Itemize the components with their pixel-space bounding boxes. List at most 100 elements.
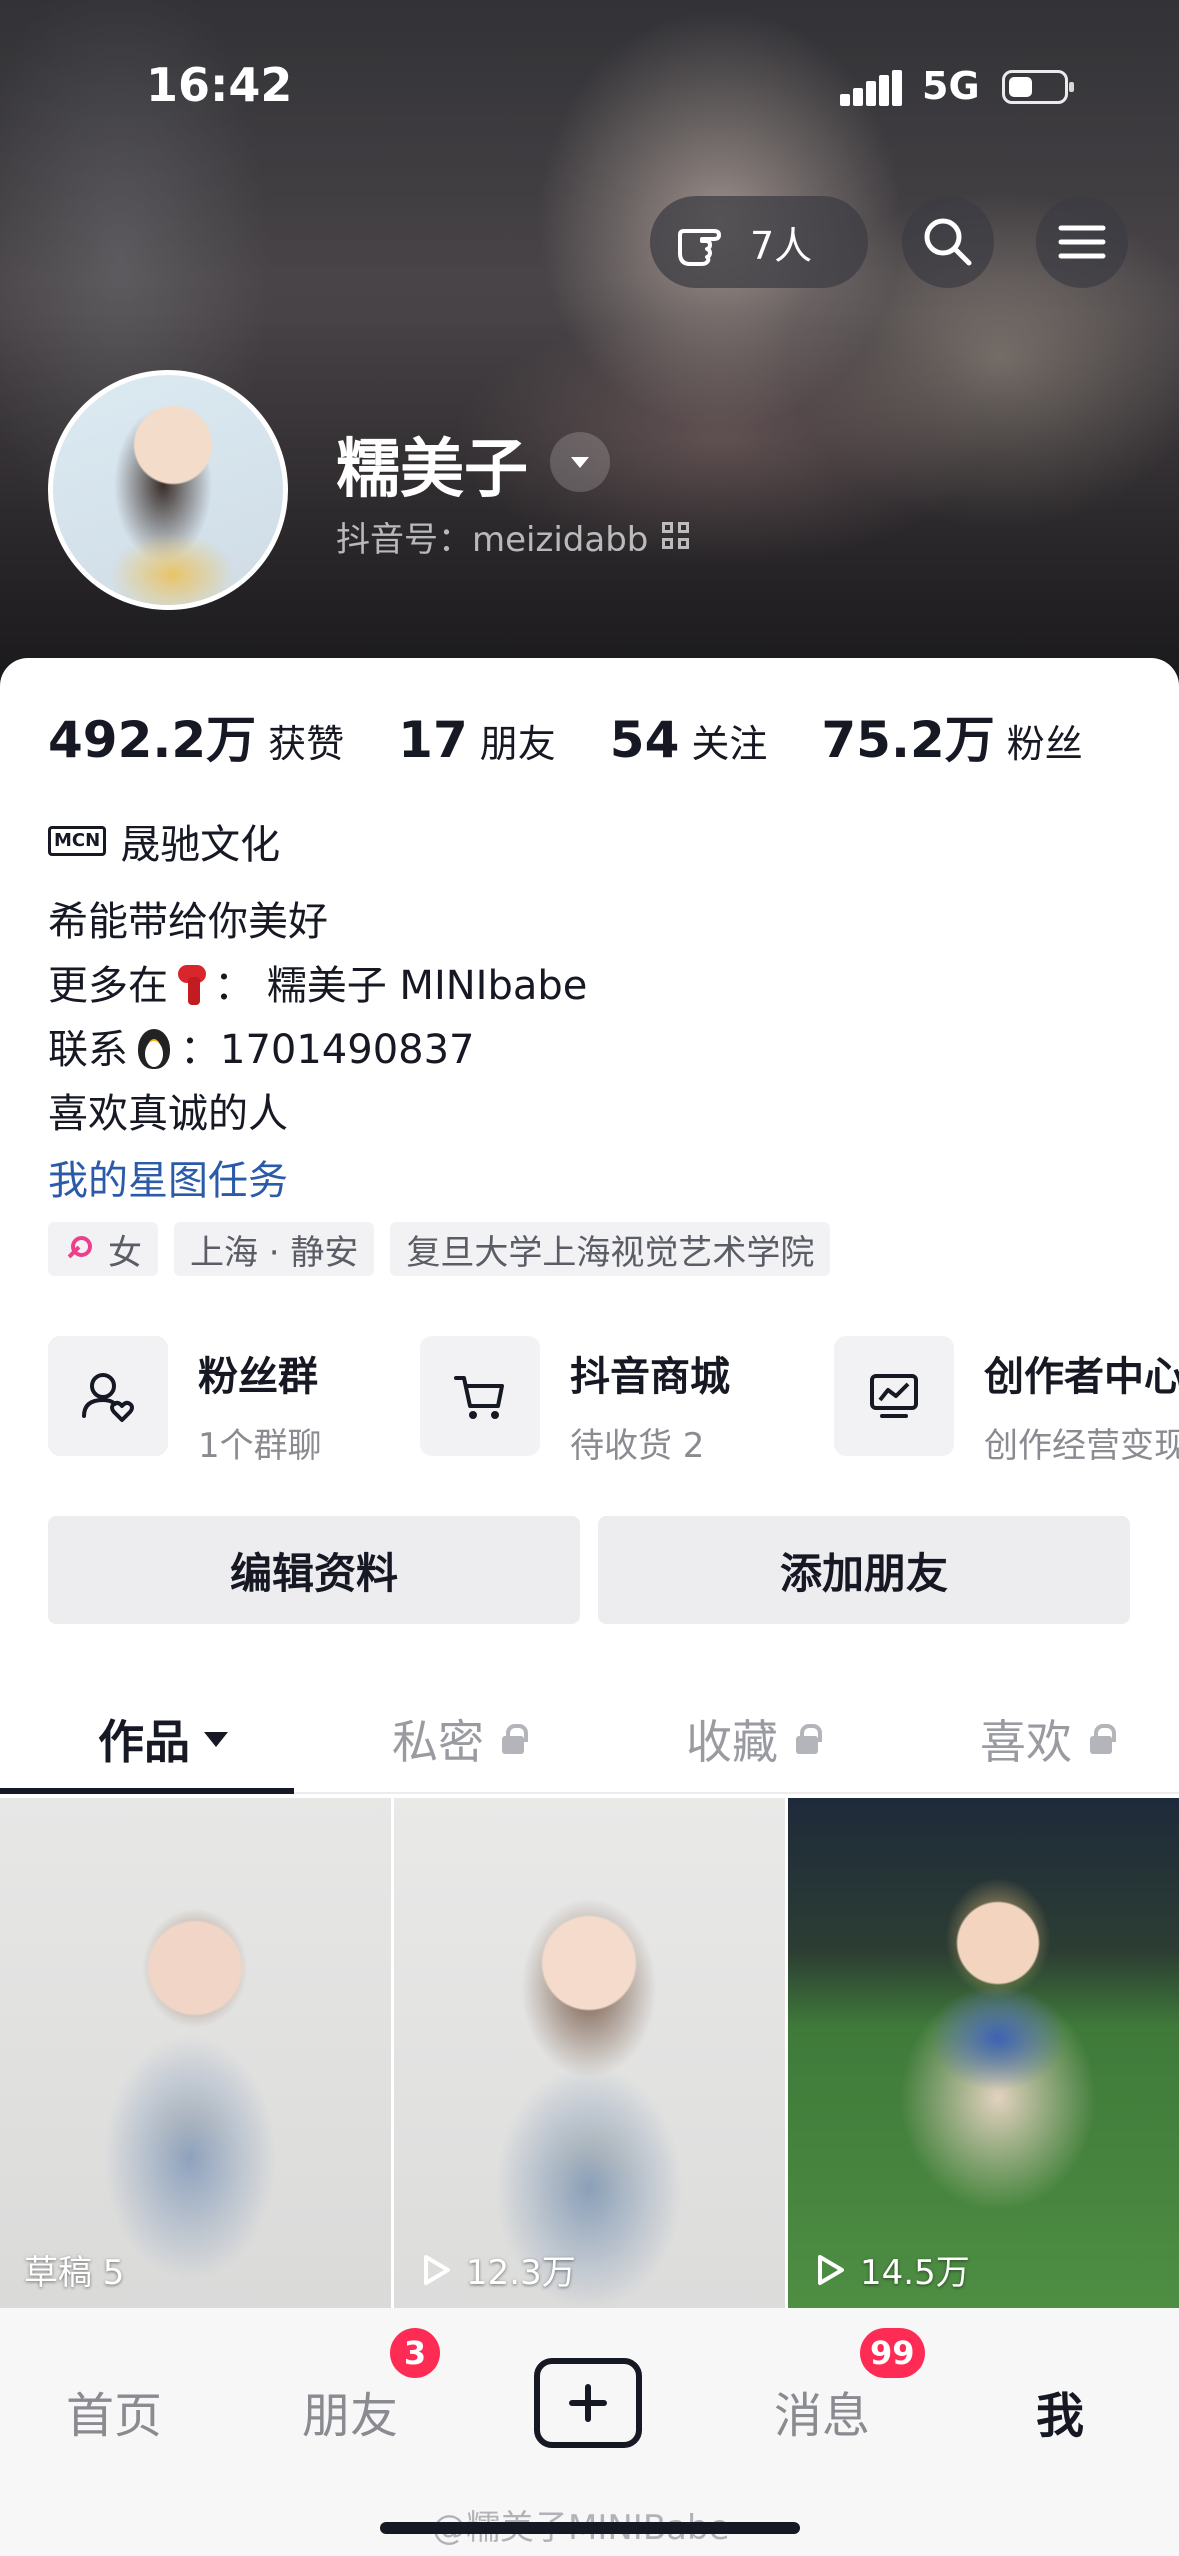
play-icon — [424, 2254, 450, 2285]
avatar[interactable] — [48, 370, 288, 610]
bio-line: 喜欢真诚的人 — [48, 1091, 288, 1137]
bio-text: ：1701490837 — [180, 1027, 475, 1073]
bio-line: 希能带给你美好 — [48, 899, 328, 945]
touch-hand-icon — [678, 229, 721, 266]
play-count: 12.3万 — [466, 2253, 576, 2293]
fan-group-entry[interactable]: 粉丝群 1个群聊 — [48, 1336, 322, 1467]
stat-number: 492.2万 — [48, 711, 257, 769]
stat-label: 朋友 — [479, 722, 556, 766]
nav-messages[interactable]: 消息 — [774, 2376, 870, 2446]
stat-label: 粉丝 — [1006, 722, 1083, 766]
mcn-name: 晟驰文化 — [120, 822, 281, 868]
tab-label: 作品 — [98, 1715, 190, 1769]
service-title: 抖音商城 — [570, 1354, 730, 1400]
location-tag: 上海 · 静安 — [174, 1222, 375, 1276]
messages-badge: 99 — [860, 2328, 925, 2378]
video-thumbnail[interactable]: 12.3万 — [394, 1798, 785, 2308]
penguin-icon — [132, 1027, 176, 1071]
battery-icon — [1002, 70, 1074, 104]
douyin-id-row[interactable]: 抖音号：meizidabb — [336, 512, 692, 561]
mcn-row[interactable]: MCN 晟驰文化 — [48, 812, 280, 870]
nav-home[interactable]: 首页 — [66, 2376, 162, 2446]
nav-me[interactable]: 我 — [1036, 2376, 1084, 2446]
drafts-label: 草稿 5 — [24, 2253, 125, 2293]
profile-tags: 女 上海 · 静安 复旦大学上海视觉艺术学院 — [48, 1222, 846, 1276]
lock-icon — [796, 1724, 822, 1754]
play-count-label: 12.3万 — [418, 2245, 576, 2294]
stat-label: 获赞 — [268, 722, 345, 766]
red-scarf-icon — [174, 961, 208, 1007]
friends-badge: 3 — [390, 2328, 440, 2378]
gender-tag: 女 — [48, 1222, 158, 1276]
chevron-down-icon — [204, 1731, 228, 1747]
stat-followers[interactable]: 75.2万 粉丝 — [821, 700, 1082, 772]
douyin-mall-entry[interactable]: 抖音商城 待收货 2 — [420, 1336, 730, 1467]
service-subtitle: 待收货 2 — [570, 1426, 705, 1466]
star-task-link[interactable]: 我的星图任务 — [48, 1148, 288, 1206]
stat-number: 75.2万 — [821, 711, 995, 769]
tab-private[interactable]: 私密 — [392, 1684, 528, 1794]
service-title: 创作者中心 — [984, 1354, 1179, 1400]
status-time: 16:42 — [146, 58, 293, 112]
visitors-count: 7人 — [750, 223, 813, 268]
tab-label: 收藏 — [686, 1715, 778, 1769]
play-icon — [818, 2254, 844, 2285]
service-subtitle: 1个群聊 — [198, 1426, 322, 1466]
service-subtitle: 创作经营变现 — [984, 1426, 1179, 1466]
tab-favorites[interactable]: 收藏 — [686, 1684, 822, 1794]
video-thumbnail-drafts[interactable]: 草稿 5 — [0, 1798, 391, 2308]
plus-icon — [569, 2384, 607, 2422]
play-count-label: 14.5万 — [812, 2245, 970, 2294]
search-icon — [924, 218, 972, 266]
network-type: 5G — [922, 64, 980, 108]
add-friend-button[interactable]: 添加朋友 — [598, 1516, 1130, 1624]
menu-icon — [1058, 225, 1106, 259]
nav-friends[interactable]: 朋友 — [302, 2376, 398, 2446]
stat-label: 关注 — [691, 722, 768, 766]
play-count: 14.5万 — [860, 2253, 970, 2293]
stat-likes[interactable]: 492.2万 获赞 — [48, 700, 344, 772]
signal-icon — [840, 70, 902, 106]
search-button[interactable] — [902, 196, 994, 288]
school-tag[interactable]: 复旦大学上海视觉艺术学院 — [390, 1222, 831, 1276]
stat-friends[interactable]: 17 朋友 — [398, 711, 556, 769]
bio-text: 更多在 — [48, 963, 168, 1009]
battery-level — [1009, 77, 1032, 97]
bottom-navigation: 首页 朋友 3 消息 99 我 @糯美子MINIBabe — [0, 2308, 1179, 2556]
content-tabs: 作品 私密 收藏 喜欢 — [0, 1684, 1179, 1794]
profile-stats: 492.2万 获赞 17 朋友 54 关注 75.2万 粉丝 — [48, 700, 1137, 772]
shopping-cart-icon — [420, 1336, 540, 1456]
create-button[interactable] — [534, 2358, 642, 2448]
douyin-id: 抖音号：meizidabb — [336, 520, 649, 560]
menu-button[interactable] — [1036, 196, 1128, 288]
tab-label: 喜欢 — [980, 1715, 1072, 1769]
bio-line: 联系 ：1701490837 — [48, 1018, 587, 1082]
video-grid: 草稿 5 12.3万 14.5万 — [0, 1798, 1179, 2308]
tab-works[interactable]: 作品 — [98, 1684, 228, 1794]
bio-text: 联系 — [48, 1027, 128, 1073]
creator-chart-icon — [834, 1336, 954, 1456]
fan-group-icon — [48, 1336, 168, 1456]
tab-likes[interactable]: 喜欢 — [980, 1684, 1116, 1794]
tab-label: 私密 — [392, 1715, 484, 1769]
active-tab-indicator — [0, 1788, 294, 1794]
profile-nickname: 糯美子 — [336, 433, 528, 507]
edit-profile-button[interactable]: 编辑资料 — [48, 1516, 580, 1624]
stat-following[interactable]: 54 关注 — [610, 711, 768, 769]
stat-number: 17 — [398, 711, 468, 769]
creator-center-entry[interactable]: 创作者中心 创作经营变现 — [834, 1336, 1179, 1467]
qr-code-icon[interactable] — [662, 521, 692, 552]
mcn-badge-icon: MCN — [48, 826, 107, 856]
female-icon — [64, 1234, 94, 1264]
visitors-button[interactable]: 7人 — [650, 196, 868, 288]
account-switch-chevron-icon[interactable] — [550, 432, 610, 492]
bio-line: 更多在 ： 糯美子 MINIbabe — [48, 954, 587, 1018]
video-thumbnail[interactable]: 14.5万 — [788, 1798, 1179, 2308]
lock-icon — [502, 1724, 528, 1754]
bio-text: ： 糯美子 MINIbabe — [214, 963, 588, 1009]
profile-bio: 希能带给你美好 更多在： 糯美子 MINIbabe 联系 ：1701490837 … — [48, 890, 587, 1146]
service-title: 粉丝群 — [198, 1354, 318, 1400]
home-indicator[interactable] — [380, 2522, 800, 2534]
gender-label: 女 — [108, 1232, 142, 1273]
stat-number: 54 — [609, 711, 680, 769]
